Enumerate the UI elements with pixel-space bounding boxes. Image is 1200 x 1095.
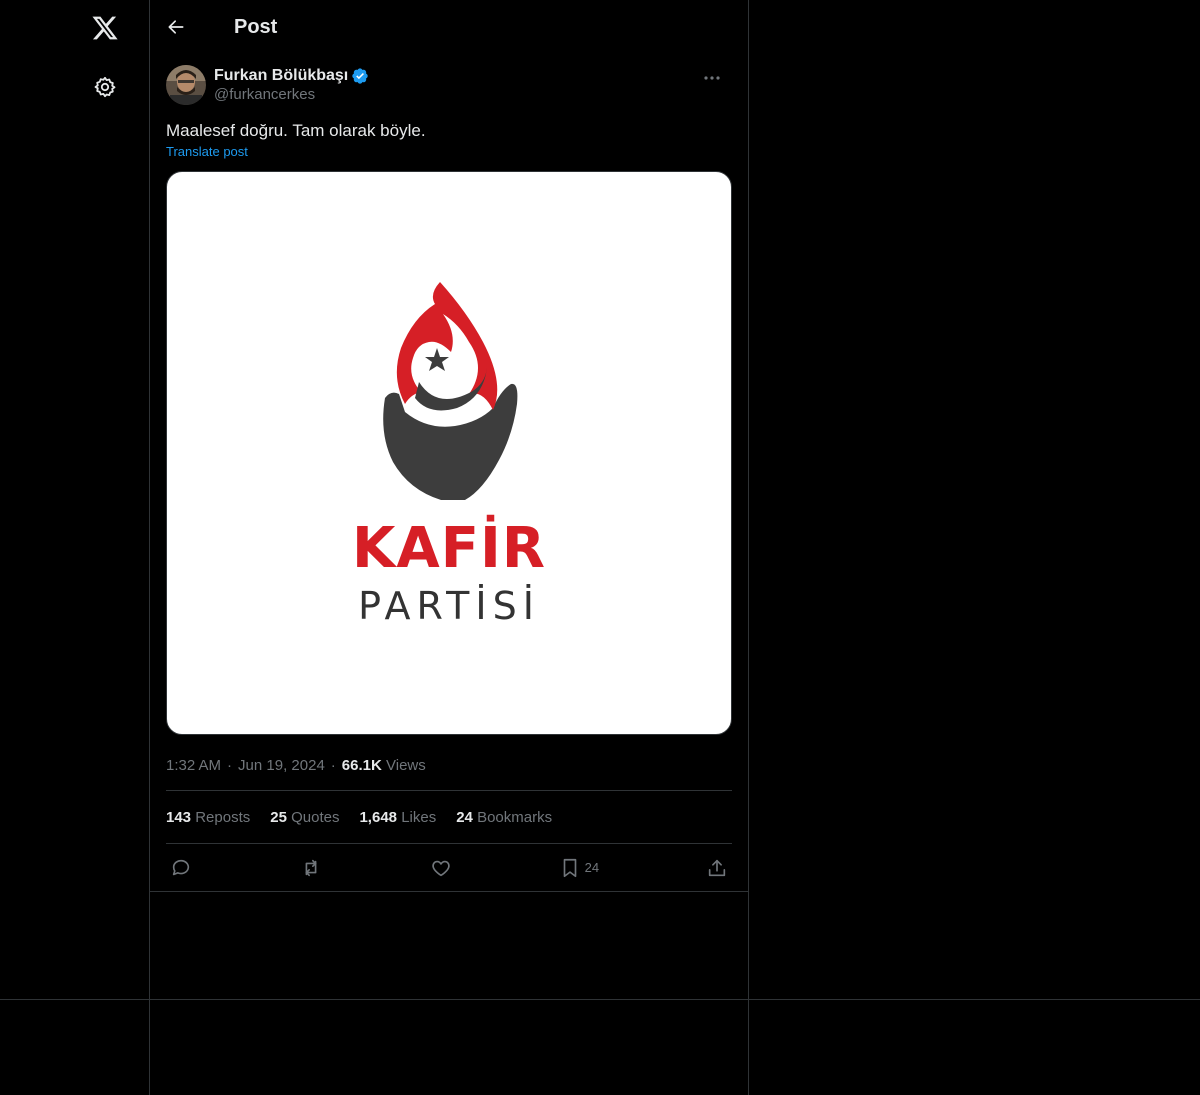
share-icon (708, 859, 726, 876)
bottom-divider (0, 999, 1200, 1000)
x-logo-icon (92, 16, 118, 40)
quotes-stat[interactable]: 25 Quotes (270, 809, 339, 826)
page: Post Furkan Bölükbaşı @furkancerkes Maal… (0, 0, 1200, 1095)
share-button[interactable] (706, 853, 728, 883)
author-info: Furkan Bölükbaşı @furkancerkes (214, 67, 369, 103)
reposts-stat[interactable]: 143 Reposts (166, 809, 250, 826)
logo-subtitle-text: PARTİSİ (358, 584, 540, 628)
page-header: Post (150, 0, 748, 54)
author-name[interactable]: Furkan Bölükbaşı (214, 67, 348, 85)
likes-count: 1,648 (359, 808, 398, 826)
verified-badge-icon (352, 68, 368, 84)
reposts-count: 143 (166, 808, 192, 826)
post-stats: 143 Reposts 25 Quotes 1,648 Likes 24 Boo… (166, 791, 732, 843)
post: Furkan Bölükbaşı @furkancerkes Maalesef … (150, 64, 748, 892)
post-views: 66.1K Views (342, 757, 426, 774)
quotes-count: 25 (270, 808, 287, 826)
logo-title-text: KAFİR (352, 516, 546, 581)
page-title: Post (234, 15, 278, 38)
post-actions: 24 (166, 844, 732, 891)
translate-post-link[interactable]: Translate post (166, 144, 248, 159)
post-media-image[interactable]: KAFİR PARTİSİ (166, 171, 732, 735)
quotes-label: Quotes (291, 808, 340, 826)
post-bottom-border (150, 891, 748, 892)
like-button[interactable] (430, 853, 452, 883)
meta-separator: · (330, 756, 336, 774)
views-count: 66.1K (341, 756, 382, 774)
likes-label: Likes (401, 808, 437, 826)
party-logo-icon (383, 282, 518, 500)
more-options-button[interactable] (700, 68, 724, 88)
repost-button[interactable] (299, 853, 323, 883)
post-meta: 1:32 AM · Jun 19, 2024 · 66.1K Views (166, 755, 732, 775)
bookmark-count: 24 (584, 860, 600, 875)
reposts-label: Reposts (195, 808, 251, 826)
author-row: Furkan Bölükbaşı @furkancerkes (166, 64, 732, 106)
author-handle[interactable]: @furkancerkes (214, 86, 369, 103)
post-time[interactable]: 1:32 AM (166, 757, 221, 774)
post-date[interactable]: Jun 19, 2024 (238, 757, 325, 774)
more-dots-icon (704, 76, 720, 80)
bookmarks-label: Bookmarks (477, 808, 553, 826)
views-label: Views (386, 756, 426, 774)
author-name-line: Furkan Bölükbaşı (214, 67, 369, 85)
settings-button[interactable] (83, 65, 127, 109)
gear-icon (94, 76, 116, 98)
right-divider (748, 0, 749, 1095)
avatar[interactable] (166, 65, 206, 105)
main-column: Post Furkan Bölükbaşı @furkancerkes Maal… (150, 0, 748, 892)
reply-button[interactable] (170, 853, 192, 883)
meta-separator: · (227, 756, 233, 774)
arrow-left-icon (168, 20, 184, 34)
bookmarks-stat[interactable]: 24 Bookmarks (456, 809, 552, 826)
back-button[interactable] (162, 13, 190, 41)
heart-icon (432, 860, 450, 876)
post-text: Maalesef doğru. Tam olarak böyle. (166, 121, 426, 140)
reply-icon (172, 859, 190, 875)
x-home-button[interactable] (83, 6, 127, 50)
bookmark-button[interactable]: 24 (559, 853, 599, 883)
bookmark-icon (563, 858, 576, 877)
repost-icon (305, 859, 317, 876)
bookmarks-count: 24 (456, 808, 473, 826)
likes-stat[interactable]: 1,648 Likes (359, 809, 436, 826)
